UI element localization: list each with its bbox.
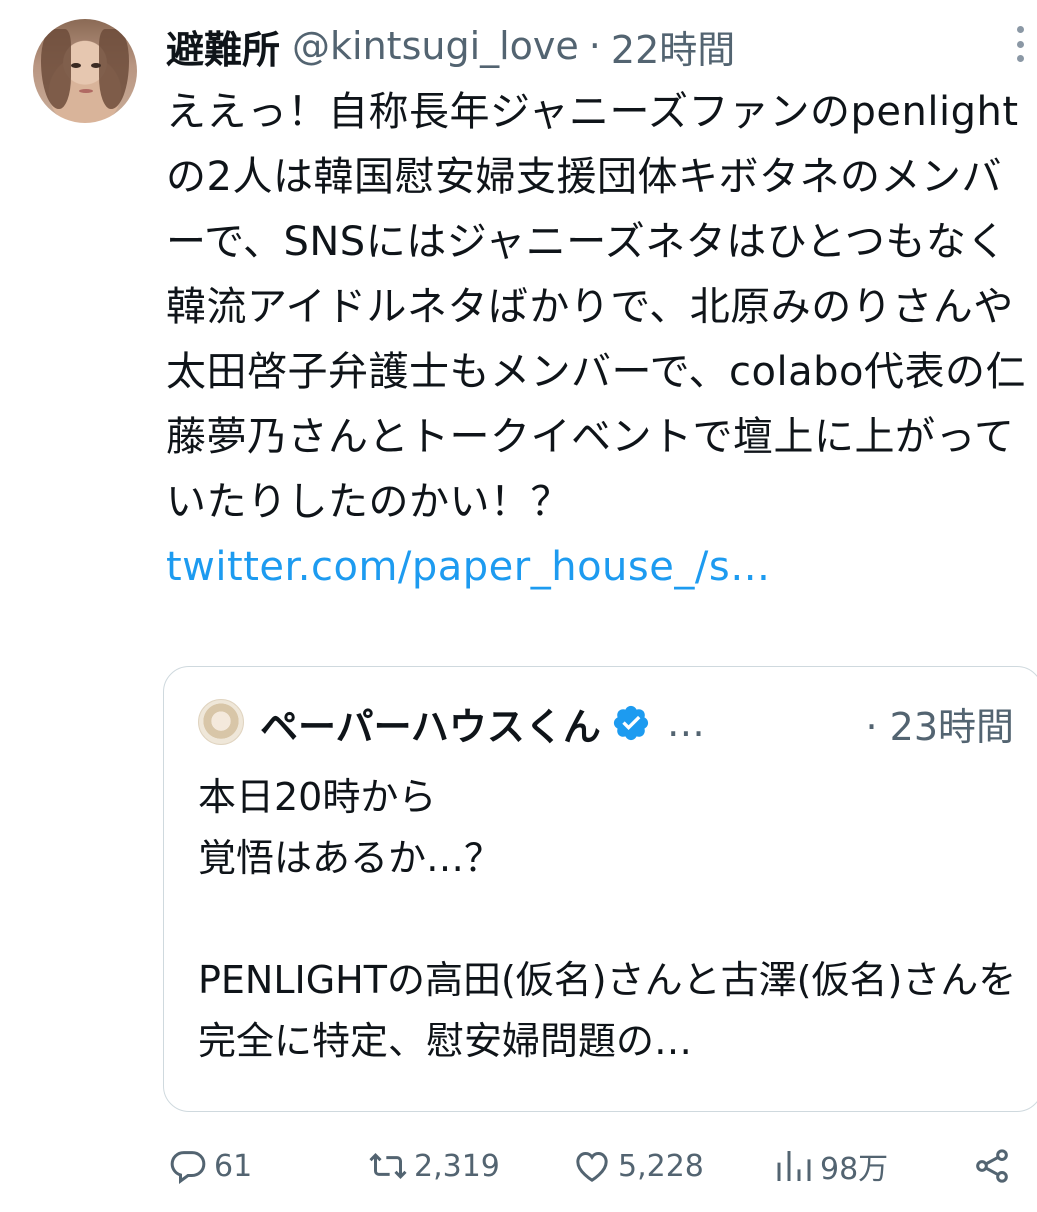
- tweet-body: ええっ！自称長年ジャニーズファンのpenlightの2人は韓国慰安婦支援団体キボ…: [166, 89, 1026, 525]
- separator-dot: ·: [588, 24, 601, 68]
- user-handle[interactable]: @kintsugi_love: [292, 24, 579, 68]
- quoted-tweet[interactable]: ペーパーハウスくん … · 23時間 本日20時から 覚悟はあるか…？ PENL…: [163, 666, 1037, 1112]
- quote-header: ペーパーハウスくん …: [260, 695, 705, 751]
- tweet-time[interactable]: 22時間: [611, 19, 735, 74]
- share-button[interactable]: [972, 1138, 1018, 1194]
- quote-avatar[interactable]: [198, 699, 244, 745]
- retweet-icon: [369, 1153, 407, 1179]
- views-button[interactable]: 98万: [774, 1138, 888, 1194]
- reply-icon: [170, 1151, 206, 1184]
- quote-display-name[interactable]: ペーパーハウスくん: [260, 696, 601, 751]
- like-icon: [576, 1151, 608, 1182]
- tweet: 避難所 @kintsugi_love · 22時間 ええっ！自称長年ジャニーズフ…: [0, 0, 1037, 1212]
- reply-button[interactable]: 61: [168, 1138, 252, 1194]
- share-icon: [976, 1149, 1008, 1183]
- like-count: 5,228: [618, 1148, 704, 1184]
- display-name[interactable]: 避難所: [166, 19, 280, 74]
- views-count: 98万: [820, 1152, 889, 1187]
- quote-time[interactable]: · 23時間: [865, 695, 1014, 751]
- action-bar: 61 2,319 5,228 98万: [0, 1138, 1037, 1194]
- tweet-link[interactable]: twitter.com/paper_house_/s…: [166, 544, 771, 590]
- reply-count: 61: [214, 1148, 253, 1184]
- views-icon: [777, 1151, 811, 1181]
- quote-handle-ellipsis: …: [666, 701, 705, 745]
- tweet-header: 避難所 @kintsugi_love · 22時間: [166, 18, 735, 74]
- avatar[interactable]: [33, 19, 137, 123]
- verified-icon: [613, 705, 648, 741]
- quote-text: 本日20時から 覚悟はあるか…？ PENLIGHTの高田(仮名)さんと古澤(仮名…: [198, 775, 1017, 1063]
- retweet-button[interactable]: 2,319: [368, 1138, 500, 1194]
- like-button[interactable]: 5,228: [572, 1138, 704, 1194]
- tweet-text: ええっ！自称長年ジャニーズファンのpenlightの2人は韓国慰安婦支援団体キボ…: [166, 80, 1032, 600]
- retweet-count: 2,319: [414, 1148, 500, 1184]
- more-icon[interactable]: [1013, 26, 1027, 62]
